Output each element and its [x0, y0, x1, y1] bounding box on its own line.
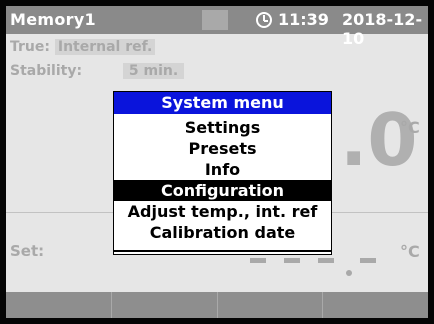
- menu-item-configuration[interactable]: Configuration: [114, 180, 331, 201]
- stability-row: Stability: 5 min.: [10, 63, 185, 79]
- menu-item-label: Adjust temp., int. ref: [127, 202, 318, 221]
- device-frame: Memory1 11:39 2018-12-10 True: Internal …: [0, 0, 434, 324]
- clock-date: 2018-12-10: [342, 10, 423, 48]
- softkey-1[interactable]: [6, 292, 112, 318]
- menu-item-label: Info: [204, 160, 241, 179]
- system-menu: System menu Settings Presets Info Config…: [113, 91, 332, 255]
- stability-label: Stability:: [10, 63, 83, 79]
- menu-item-adjust-temp[interactable]: Adjust temp., int. ref: [114, 201, 331, 222]
- menu-item-label: Settings: [184, 118, 261, 137]
- softkey-3[interactable]: [218, 292, 324, 318]
- menu-item-label: Calibration date: [149, 223, 296, 242]
- menu-item-label: Presets: [188, 139, 257, 158]
- true-row: True: Internal ref.: [10, 39, 156, 55]
- true-value[interactable]: Internal ref.: [54, 39, 156, 55]
- menu-item-calibration-date[interactable]: Calibration date: [114, 222, 331, 243]
- softkey-bar: [6, 292, 428, 318]
- true-label: True:: [10, 39, 50, 55]
- stability-value[interactable]: 5 min.: [122, 63, 185, 79]
- clock-time: 11:39: [278, 10, 329, 29]
- set-label: Set:: [10, 242, 45, 260]
- menu-item-label: Configuration: [160, 181, 285, 200]
- status-bar: Memory1 11:39 2018-12-10: [6, 6, 428, 48]
- setpoint-unit: °C: [400, 242, 420, 261]
- menu-item-settings[interactable]: Settings: [114, 117, 331, 138]
- clock-icon: [256, 12, 272, 28]
- menu-item-info[interactable]: Info: [114, 159, 331, 180]
- setpoint-placeholder: [250, 258, 384, 278]
- battery-icon: [202, 10, 228, 30]
- menu-bottom-line: [114, 250, 331, 252]
- softkey-4[interactable]: [323, 292, 428, 318]
- memory-title: Memory1: [10, 10, 96, 29]
- menu-item-presets[interactable]: Presets: [114, 138, 331, 159]
- temperature-reading: .0: [340, 98, 418, 182]
- softkey-2[interactable]: [112, 292, 218, 318]
- temperature-unit: °C: [400, 118, 420, 137]
- system-menu-title: System menu: [114, 92, 331, 114]
- system-menu-list: Settings Presets Info Configuration Adju…: [114, 117, 331, 243]
- display-screen: Memory1 11:39 2018-12-10 True: Internal …: [6, 6, 428, 318]
